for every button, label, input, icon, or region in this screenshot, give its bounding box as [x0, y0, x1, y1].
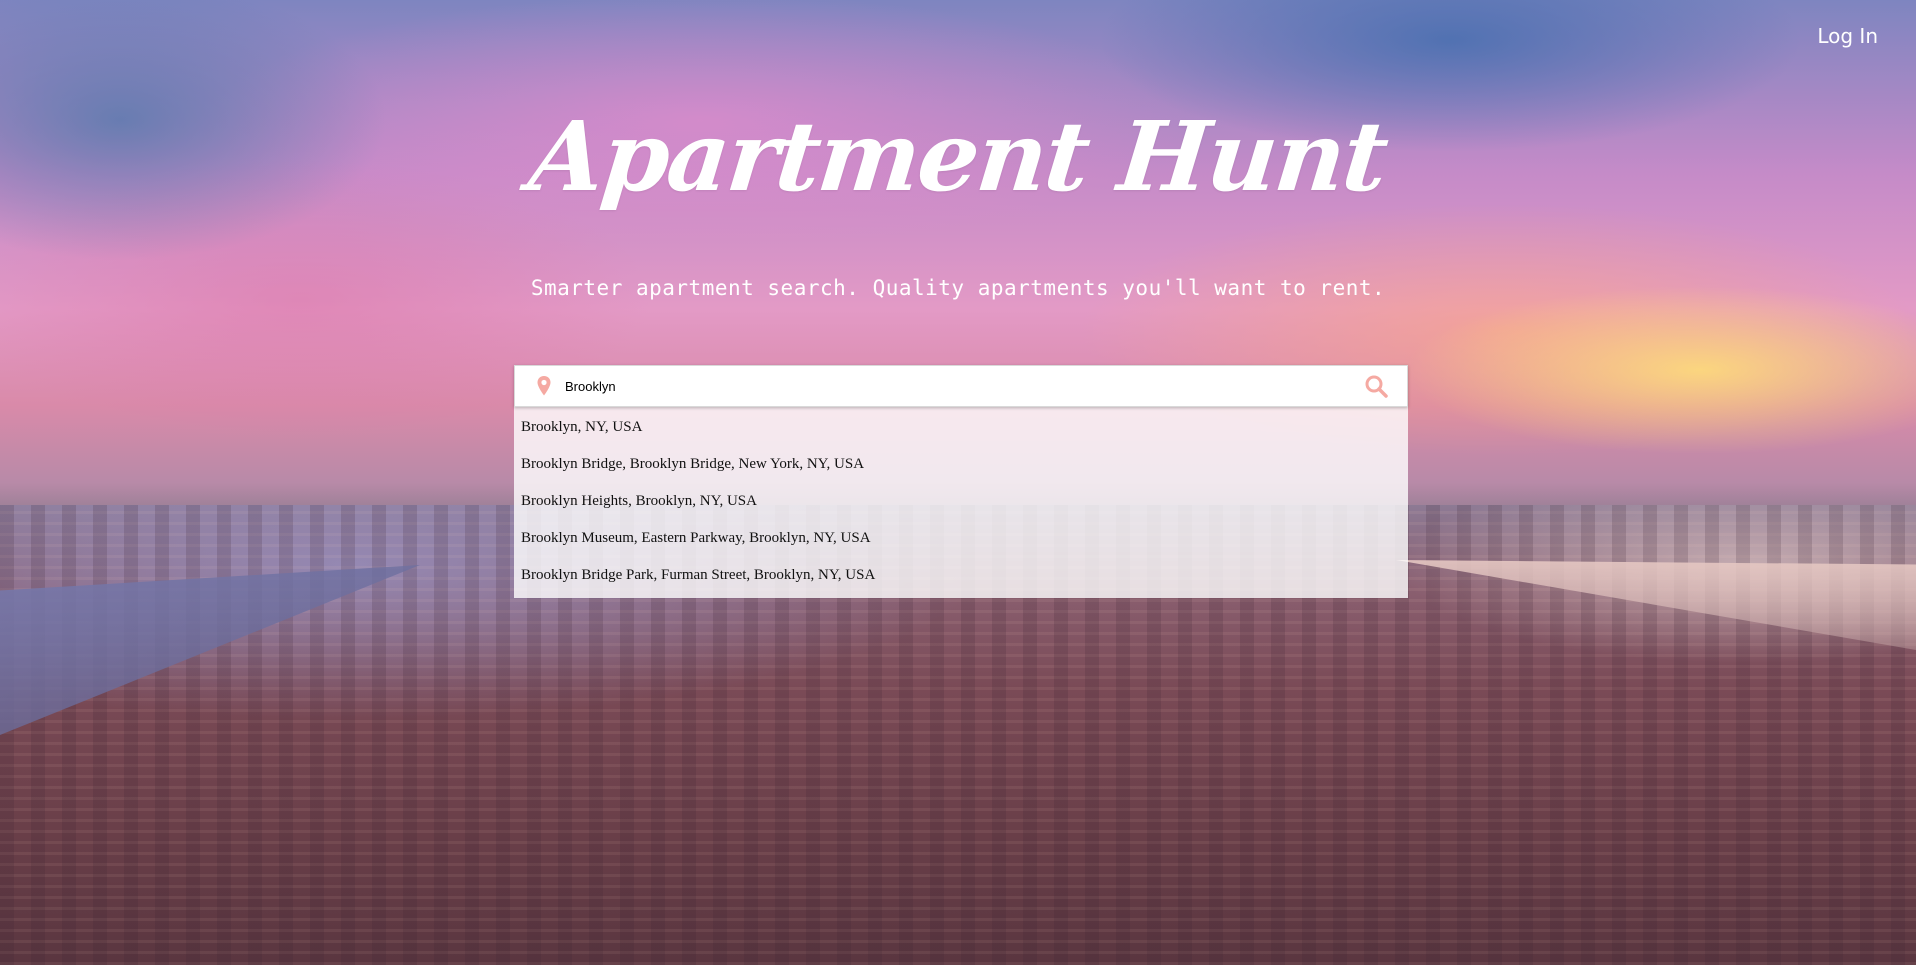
- autocomplete-item[interactable]: Brooklyn Heights, Brooklyn, NY, USA: [514, 483, 1408, 520]
- map-pin-icon: [533, 375, 555, 397]
- search-bar: [514, 365, 1408, 407]
- autocomplete-item[interactable]: Brooklyn Museum, Eastern Parkway, Brookl…: [514, 520, 1408, 557]
- search-panel: Brooklyn, NY, USA Brooklyn Bridge, Brook…: [514, 365, 1408, 598]
- autocomplete-item[interactable]: Brooklyn Bridge, Brooklyn Bridge, New Yo…: [514, 446, 1408, 483]
- app-logo: Apartment Hunt: [524, 100, 1392, 213]
- tagline: Smarter apartment search. Quality apartm…: [530, 276, 1386, 300]
- search-input[interactable]: [555, 368, 1363, 404]
- autocomplete-item[interactable]: Brooklyn, NY, USA: [514, 409, 1408, 446]
- login-link[interactable]: Log In: [1817, 24, 1878, 48]
- autocomplete-item[interactable]: Brooklyn Bridge Park, Furman Street, Bro…: [514, 557, 1408, 594]
- autocomplete-list: Brooklyn, NY, USA Brooklyn Bridge, Brook…: [514, 407, 1408, 598]
- search-icon[interactable]: [1363, 374, 1389, 398]
